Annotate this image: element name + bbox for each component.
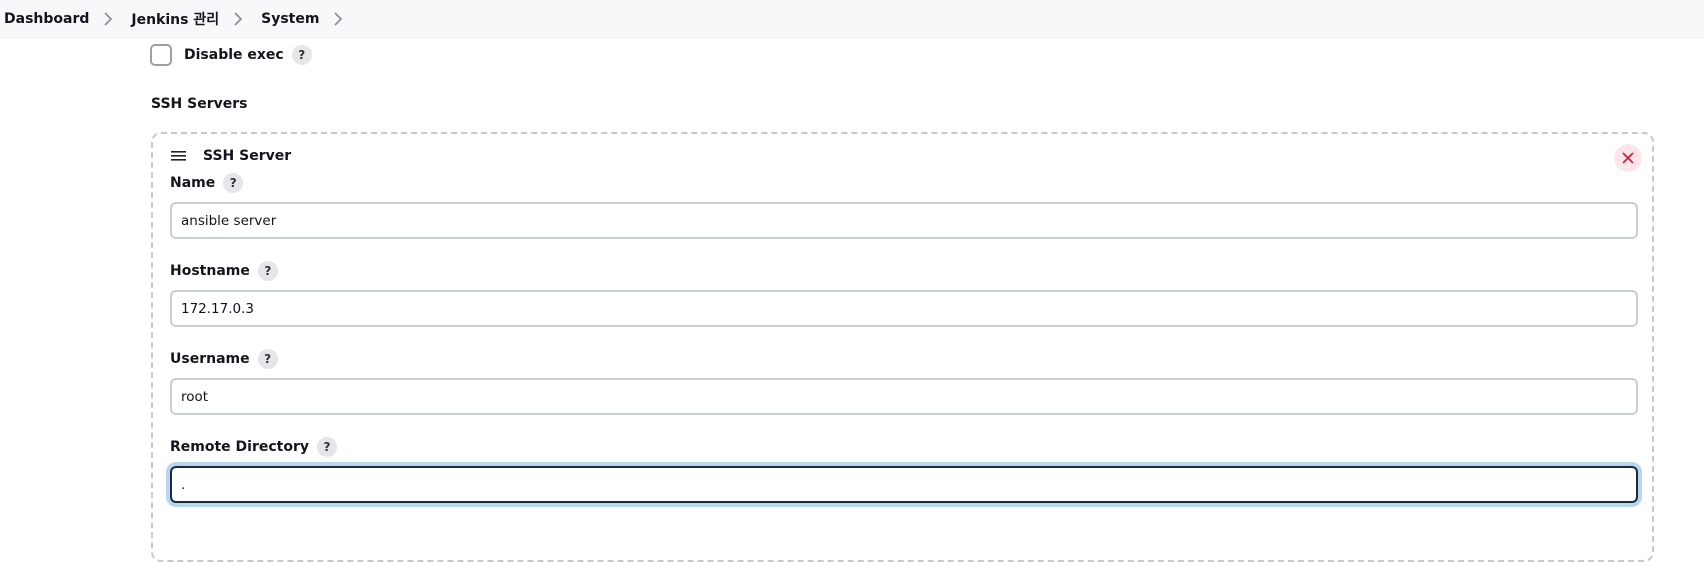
disable-exec-checkbox[interactable] bbox=[150, 44, 172, 66]
remote-directory-label: Remote Directory bbox=[170, 439, 310, 455]
ssh-server-card: SSH Server Name ? Hostname ? Username ? … bbox=[151, 132, 1654, 562]
remote-directory-input[interactable] bbox=[170, 466, 1638, 503]
username-input[interactable] bbox=[170, 378, 1638, 415]
name-input[interactable] bbox=[170, 202, 1638, 239]
name-label: Name bbox=[170, 175, 216, 191]
ssh-servers-title: SSH Servers bbox=[151, 96, 248, 112]
username-label: Username bbox=[170, 351, 250, 367]
disable-exec-row: Disable exec ? bbox=[150, 44, 312, 66]
breadcrumb-item-dashboard[interactable]: Dashboard bbox=[4, 11, 89, 27]
name-field: Name ? bbox=[170, 172, 1638, 239]
username-field: Username ? bbox=[170, 348, 1638, 415]
help-icon[interactable]: ? bbox=[291, 45, 312, 65]
help-icon[interactable]: ? bbox=[317, 437, 338, 457]
help-icon[interactable]: ? bbox=[257, 349, 278, 369]
breadcrumb: Dashboard Jenkins 관리 System bbox=[0, 0, 1704, 38]
hostname-field: Hostname ? bbox=[170, 260, 1638, 327]
remote-directory-field: Remote Directory ? bbox=[170, 436, 1638, 503]
close-icon bbox=[1622, 152, 1634, 164]
drag-handle-icon[interactable] bbox=[171, 150, 187, 162]
help-icon[interactable]: ? bbox=[257, 261, 278, 281]
help-icon[interactable]: ? bbox=[223, 173, 244, 193]
breadcrumb-item-system[interactable]: System bbox=[261, 11, 319, 27]
chevron-right-icon[interactable] bbox=[333, 11, 347, 26]
hostname-input[interactable] bbox=[170, 290, 1638, 327]
disable-exec-label[interactable]: Disable exec bbox=[184, 47, 284, 63]
ssh-server-title: SSH Server bbox=[203, 148, 292, 164]
ssh-server-header: SSH Server bbox=[171, 148, 291, 164]
hostname-label: Hostname bbox=[170, 263, 250, 279]
breadcrumb-item-jenkins-manage[interactable]: Jenkins 관리 bbox=[131, 9, 219, 29]
chevron-right-icon[interactable] bbox=[103, 11, 117, 26]
delete-server-button[interactable] bbox=[1614, 144, 1642, 172]
chevron-right-icon[interactable] bbox=[233, 11, 247, 26]
